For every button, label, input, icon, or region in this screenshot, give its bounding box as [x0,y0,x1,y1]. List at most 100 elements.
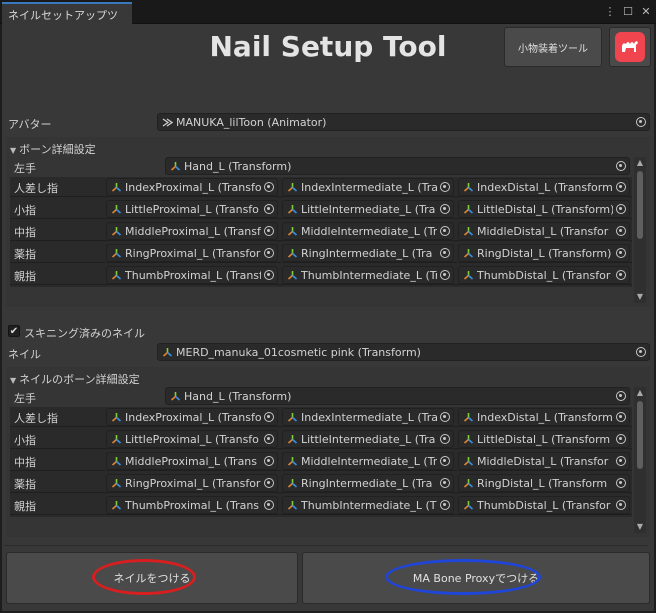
bone-field[interactable]: RingIntermediate_L (Tra [282,244,454,262]
bone-field[interactable]: ThumbProximal_L (Trans [106,496,278,514]
bone-value: MiddleIntermediate_L (Tr [301,224,437,238]
scroll-up-icon[interactable]: ▲ [634,157,646,169]
bone-field[interactable]: RingDistal_L (Transform [458,474,630,492]
transform-icon [463,412,474,423]
bone-field[interactable]: IndexIntermediate_L (Tra [282,178,454,196]
tab-nail-setup[interactable]: ネイルセットアップツール [2,2,132,38]
transform-icon [111,226,122,237]
object-picker-icon[interactable] [261,431,277,447]
object-picker-icon[interactable] [261,453,277,469]
avatar-label: アバター [8,118,52,131]
bone-field[interactable]: MiddleDistal_L (Transfor [458,452,630,470]
nail-bone-grid-scrollbar[interactable]: ▲ ▼ [634,387,646,533]
bone-row: 中指 MiddleProximal_L (Trans MiddleIntermedi… [10,451,632,471]
attach-nail-button[interactable]: ネイルをつける [6,552,298,604]
object-picker-icon[interactable] [437,475,453,491]
object-picker-icon[interactable] [261,475,277,491]
bone-field[interactable]: IndexProximal_L (Transfo [106,408,278,426]
bone-field[interactable]: IndexIntermediate_L (Tra [282,408,454,426]
kebab-menu-icon[interactable]: ⋮ [604,4,616,18]
bone-field[interactable]: ThumbIntermediate_L (T [282,496,454,514]
bone-field[interactable]: LittleDistal_L (Transform [458,430,630,448]
bone-field[interactable]: LittleIntermediate_L (Tra [282,200,454,218]
bone-value: MiddleProximal_L (Transf [125,224,261,238]
bone-field[interactable]: RingDistal_L (Transform) [458,244,630,262]
object-picker-icon[interactable] [613,497,629,513]
scroll-down-icon[interactable]: ▼ [634,521,646,533]
object-picker-icon[interactable] [633,344,649,360]
bone-field[interactable]: MiddleDistal_L (Transfor [458,222,630,240]
object-picker-icon[interactable] [633,114,649,130]
close-icon[interactable]: ✕ [640,4,652,18]
scrollbar-thumb[interactable] [637,401,643,469]
transform-icon [111,478,122,489]
nail-bone-settings-foldout[interactable]: ▼ ネイルのボーン詳細設定 [10,371,140,387]
object-picker-icon[interactable] [261,179,277,195]
bone-settings-foldout[interactable]: ▼ ボーン詳細設定 [10,141,96,157]
accessory-tool-button[interactable]: 小物装着ツール [504,27,602,67]
object-picker-icon[interactable] [437,497,453,513]
scroll-up-icon[interactable]: ▲ [634,387,646,399]
avatar-field[interactable]: MANUKA_lilToon (Animator) [157,113,650,131]
object-picker-icon[interactable] [437,267,453,283]
object-picker-icon[interactable] [613,453,629,469]
object-picker-icon[interactable] [437,245,453,261]
nail-field[interactable]: MERD_manuka_01cosmetic pink (Transform) [157,343,650,361]
logo-button[interactable] [609,27,651,67]
bone-field[interactable]: MiddleIntermediate_L (Tr [282,222,454,240]
bone-field[interactable]: ThumbProximal_L (Transfor [106,266,278,284]
object-picker-icon[interactable] [437,201,453,217]
object-picker-icon[interactable] [613,388,629,404]
object-picker-icon[interactable] [613,179,629,195]
scrollbar-thumb[interactable] [637,171,643,239]
bone-field[interactable]: RingIntermediate_L (Tra [282,474,454,492]
bone-field[interactable]: LittleProximal_L (Transfo [106,430,278,448]
object-picker-icon[interactable] [613,431,629,447]
object-picker-icon[interactable] [437,431,453,447]
bone-field[interactable]: MiddleProximal_L (Trans [106,452,278,470]
skinned-nail-checkbox[interactable]: ✔ [8,325,20,337]
object-picker-icon[interactable] [613,158,629,174]
object-picker-icon[interactable] [613,475,629,491]
bone-field[interactable]: IndexDistal_L (Transform [458,178,630,196]
bone-field[interactable]: RingProximal_L (Transfor [106,244,278,262]
object-picker-icon[interactable] [261,409,277,425]
object-picker-icon[interactable] [261,245,277,261]
nail-hand-field[interactable]: Hand_L (Transform) [165,387,630,405]
attach-bone-proxy-button[interactable]: MA Bone Proxyでつける [302,552,650,604]
bone-value: ThumbDistal_L (Transfor [477,498,611,512]
object-picker-icon[interactable] [261,223,277,239]
bone-grid-scrollbar[interactable]: ▲ ▼ [634,157,646,303]
transform-icon [170,161,181,172]
bone-field[interactable]: IndexProximal_L (Transfo [106,178,278,196]
object-picker-icon[interactable] [613,201,629,217]
object-picker-icon[interactable] [613,409,629,425]
object-picker-icon[interactable] [437,223,453,239]
bone-field[interactable]: LittleDistal_L (Transform) [458,200,630,218]
object-picker-icon[interactable] [613,267,629,283]
object-picker-icon[interactable] [437,453,453,469]
bone-field[interactable]: ThumbDistal_L (Transfor [458,266,630,284]
object-picker-icon[interactable] [261,267,277,283]
object-picker-icon[interactable] [613,245,629,261]
object-picker-icon[interactable] [261,201,277,217]
hand-label: 左手 [14,162,36,175]
bone-field[interactable]: LittleProximal_L (Transfo [106,200,278,218]
bone-field[interactable]: RingProximal_L (Transfor [106,474,278,492]
bone-field[interactable]: IndexDistal_L (Transform [458,408,630,426]
object-picker-icon[interactable] [261,497,277,513]
bone-field[interactable]: ThumbDistal_L (Transfor [458,496,630,514]
bone-field[interactable]: MiddleProximal_L (Transf [106,222,278,240]
hand-field[interactable]: Hand_L (Transform) [165,157,630,175]
object-picker-icon[interactable] [437,179,453,195]
bone-field[interactable]: MiddleIntermediate_L (Tr [282,452,454,470]
maximize-icon[interactable]: ☐ [622,4,634,18]
transform-icon [287,434,298,445]
object-picker-icon[interactable] [437,409,453,425]
bone-field[interactable]: LittleIntermediate_L (Tra [282,430,454,448]
bone-value: LittleDistal_L (Transform) [477,202,613,216]
bone-field[interactable]: ThumbIntermediate_L (Tr [282,266,454,284]
object-picker-icon[interactable] [613,223,629,239]
scroll-down-icon[interactable]: ▼ [634,291,646,303]
transform-icon [111,412,122,423]
